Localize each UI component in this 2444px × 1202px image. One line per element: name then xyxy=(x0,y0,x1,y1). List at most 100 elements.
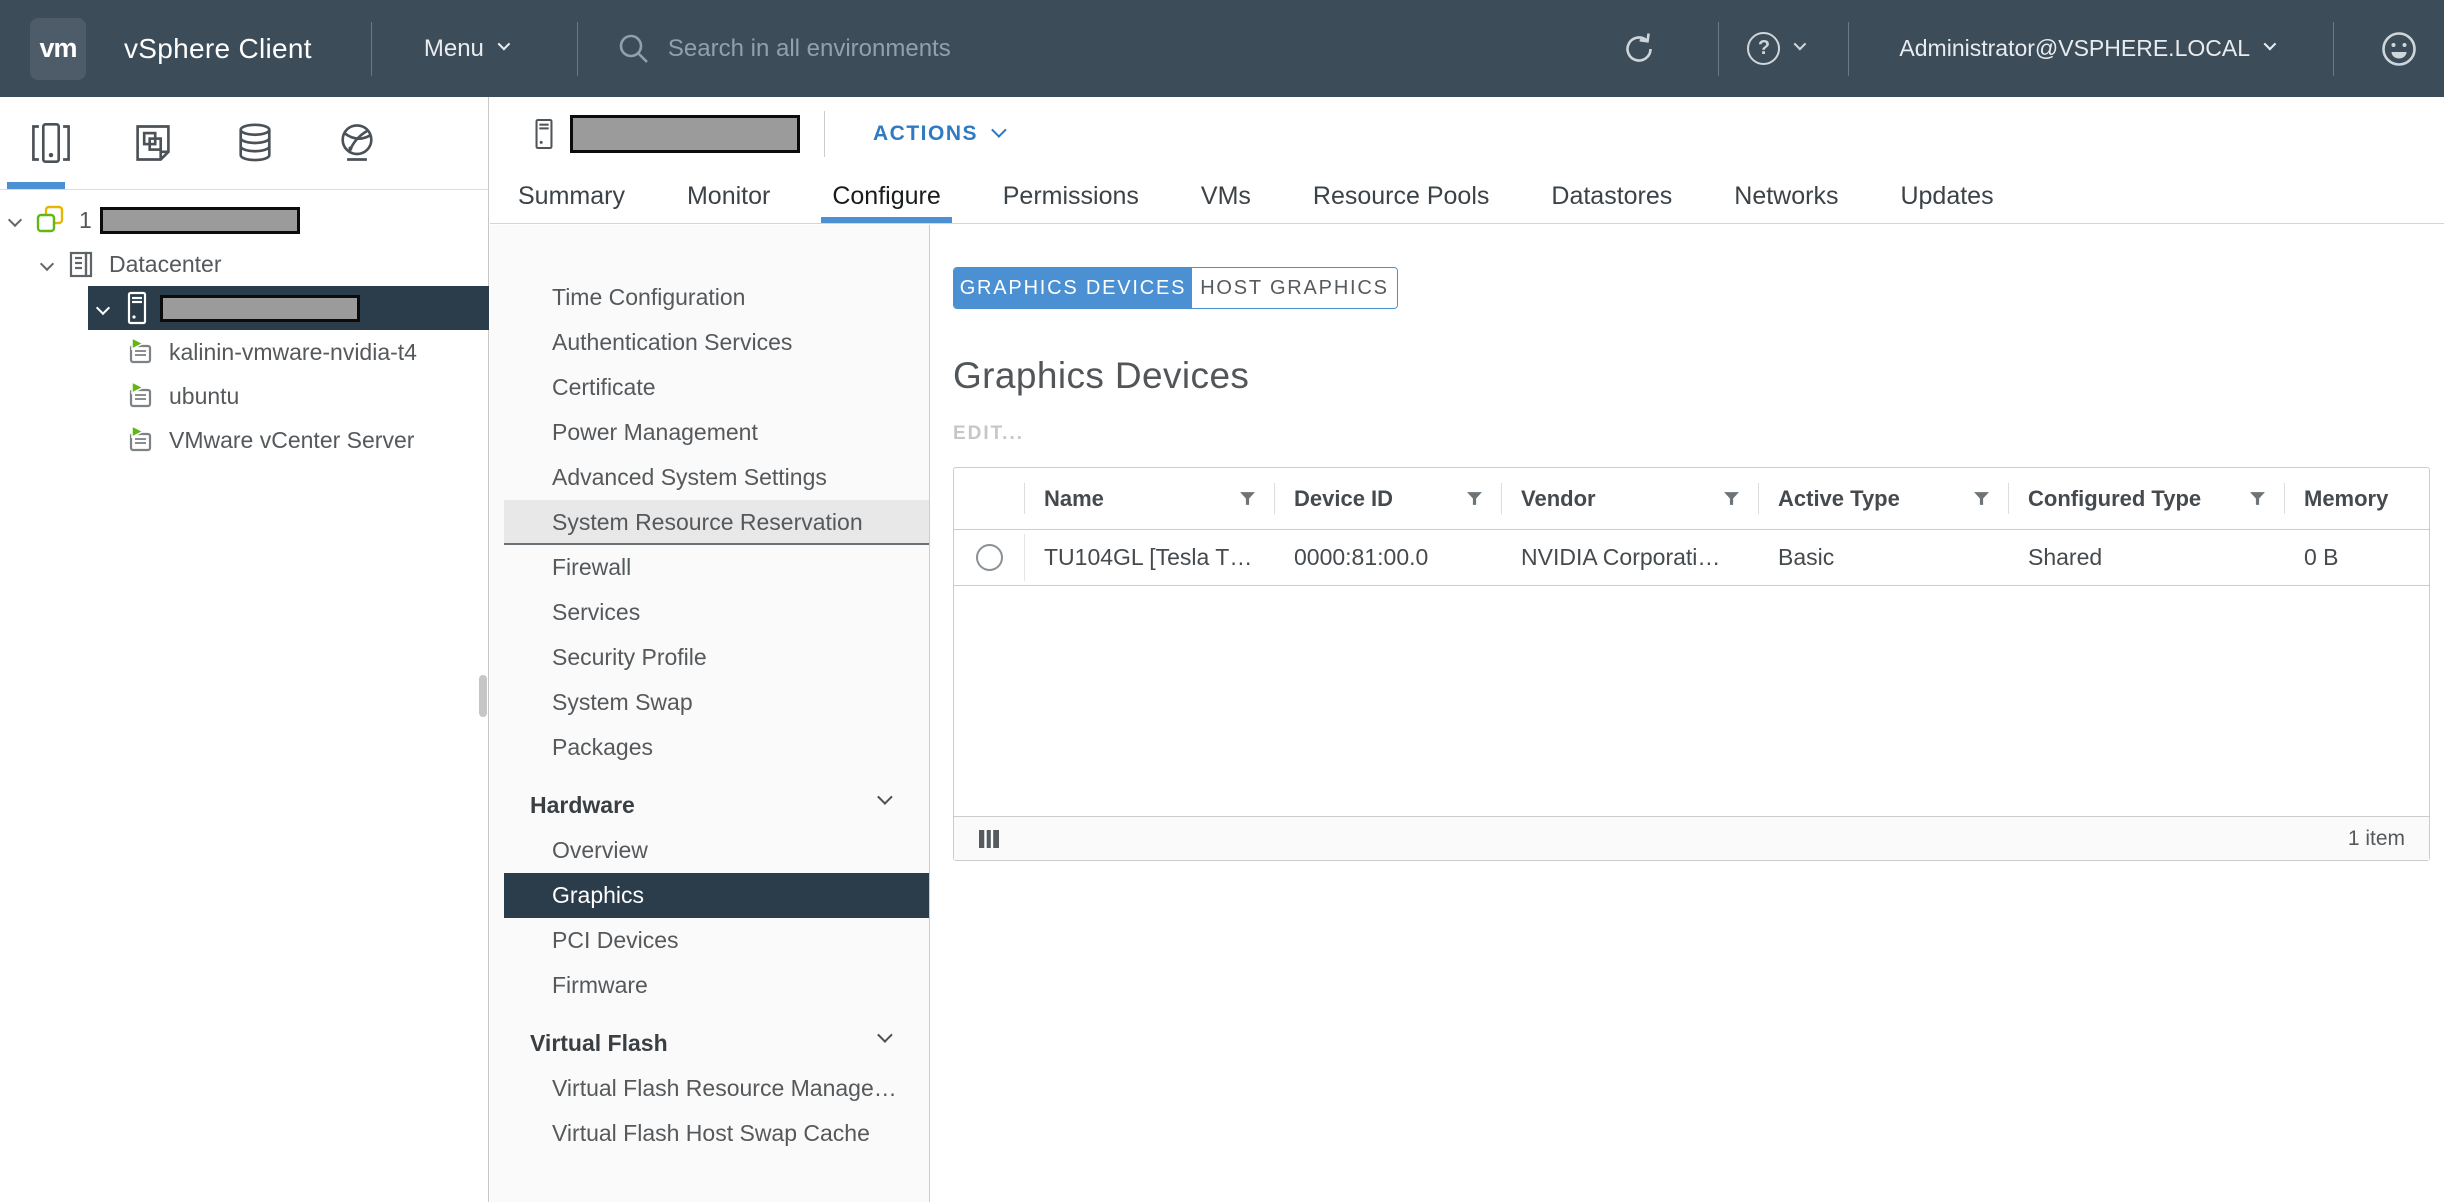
tree-item-vm[interactable]: ubuntu xyxy=(0,374,488,418)
filter-icon[interactable] xyxy=(1723,490,1740,507)
tab-monitor[interactable]: Monitor xyxy=(684,170,773,223)
networking-icon xyxy=(335,121,379,165)
nav-item-virtual-flash-host-swap-cache[interactable]: Virtual Flash Host Swap Cache xyxy=(504,1111,929,1156)
nav-group-hardware[interactable]: Hardware xyxy=(504,783,929,828)
tree-item-host-selected[interactable] xyxy=(88,286,489,330)
nav-item-firmware[interactable]: Firmware xyxy=(504,963,929,1008)
nav-item-power-management[interactable]: Power Management xyxy=(504,410,929,455)
tab-permissions[interactable]: Permissions xyxy=(1000,170,1142,223)
header-cell-active-type[interactable]: Active Type xyxy=(1758,468,2008,529)
filter-icon[interactable] xyxy=(1973,490,1990,507)
menu-button[interactable]: Menu xyxy=(424,35,507,63)
nav-item-services[interactable]: Services xyxy=(504,590,929,635)
nav-item-virtual-flash-resource-management[interactable]: Virtual Flash Resource Manage… xyxy=(504,1066,929,1111)
filter-icon[interactable] xyxy=(2249,490,2266,507)
nav-item-overview[interactable]: Overview xyxy=(504,828,929,873)
tab-storage[interactable] xyxy=(204,97,306,189)
tab-networking[interactable] xyxy=(306,97,408,189)
redacted-text xyxy=(160,295,360,322)
refresh-icon xyxy=(1620,30,1658,68)
chevron-down-icon xyxy=(877,1027,893,1043)
table-footer: 1 item xyxy=(954,816,2429,860)
tree-item-vm[interactable]: kalinin-vmware-nvidia-t4 xyxy=(0,330,488,374)
chevron-down-icon xyxy=(1794,38,1807,51)
help-icon: ? xyxy=(1747,32,1780,65)
actions-button[interactable]: ACTIONS xyxy=(873,122,1003,146)
header-cell-device-id[interactable]: Device ID xyxy=(1274,468,1501,529)
tab-resource-pools[interactable]: Resource Pools xyxy=(1310,170,1492,223)
tree-item-label: kalinin-vmware-nvidia-t4 xyxy=(169,339,417,366)
nav-item-pci-devices[interactable]: PCI Devices xyxy=(504,918,929,963)
chevron-expanded-icon xyxy=(8,213,22,227)
inventory-tree: 1 Datacenter xyxy=(0,190,488,462)
header-cell-configured-type[interactable]: Configured Type xyxy=(2008,468,2284,529)
host-icon xyxy=(530,116,558,152)
nav-item-system-swap[interactable]: System Swap xyxy=(504,680,929,725)
actions-label: ACTIONS xyxy=(873,122,978,146)
user-button[interactable] xyxy=(2379,29,2419,69)
nav-item-security-profile[interactable]: Security Profile xyxy=(504,635,929,680)
nav-item-packages[interactable]: Packages xyxy=(504,725,929,770)
tree-item-label: VMware vCenter Server xyxy=(169,427,414,454)
vm-powered-on-icon xyxy=(126,425,156,455)
vms-and-templates-icon xyxy=(131,121,175,165)
top-bar-divider xyxy=(1848,22,1849,76)
table-empty-area xyxy=(954,586,2429,816)
app-title: vSphere Client xyxy=(124,33,312,65)
row-radio-button[interactable] xyxy=(976,544,1003,571)
account-menu[interactable]: Administrator@VSPHERE.LOCAL xyxy=(1899,35,2273,62)
header-cell-memory[interactable]: Memory xyxy=(2284,468,2429,529)
tab-vms-and-templates[interactable] xyxy=(102,97,204,189)
tree-scrollbar-thumb[interactable] xyxy=(479,675,487,717)
nav-item-graphics[interactable]: Graphics xyxy=(504,873,929,918)
row-active-type-cell: Basic xyxy=(1758,530,2008,585)
tree-item-vm[interactable]: VMware vCenter Server xyxy=(0,418,488,462)
host-graphics-toggle[interactable]: HOST GRAPHICS xyxy=(1192,268,1397,308)
vm-powered-on-icon xyxy=(126,381,156,411)
menu-label: Menu xyxy=(424,35,484,63)
header-cell-vendor[interactable]: Vendor xyxy=(1501,468,1758,529)
search-input[interactable] xyxy=(668,35,1088,63)
tab-datastores[interactable]: Datastores xyxy=(1548,170,1675,223)
graphics-devices-toggle[interactable]: GRAPHICS DEVICES xyxy=(954,268,1192,308)
row-memory-cell: 0 B xyxy=(2284,530,2429,585)
column-selector-icon[interactable] xyxy=(974,824,1004,854)
chevron-down-icon xyxy=(2264,38,2277,51)
inventory-tab-bar xyxy=(0,97,488,190)
hosts-and-clusters-icon xyxy=(29,121,73,165)
top-bar-divider xyxy=(2333,22,2334,76)
filter-icon[interactable] xyxy=(1239,490,1256,507)
tab-vms[interactable]: VMs xyxy=(1198,170,1254,223)
tree-item-datacenter[interactable]: Datacenter xyxy=(0,242,488,286)
chevron-down-icon xyxy=(877,789,893,805)
help-menu[interactable]: ? xyxy=(1747,32,1803,65)
account-name: Administrator@VSPHERE.LOCAL xyxy=(1899,35,2250,62)
edit-button[interactable]: EDIT... xyxy=(953,423,1024,445)
tree-item-vcenter[interactable]: 1 xyxy=(0,198,488,242)
top-bar: vm vSphere Client Menu xyxy=(0,0,2444,97)
nav-group-virtual-flash[interactable]: Virtual Flash xyxy=(504,1021,929,1066)
table-row[interactable]: TU104GL [Tesla T… 0000:81:00.0 NVIDIA Co… xyxy=(954,530,2429,586)
nav-item-time-configuration[interactable]: Time Configuration xyxy=(504,275,929,320)
tab-summary[interactable]: Summary xyxy=(515,170,628,223)
graphics-devices-table: Name Device ID Vendor Active Type xyxy=(953,467,2430,861)
main-panel: ACTIONS Summary Monitor Configure Permis… xyxy=(490,97,2444,1202)
header-cell-select xyxy=(954,468,1024,529)
chevron-expanded-icon xyxy=(96,301,110,315)
nav-item-system-resource-reservation[interactable]: System Resource Reservation xyxy=(504,500,929,545)
vmware-logo[interactable]: vm xyxy=(30,18,86,80)
nav-item-certificate[interactable]: Certificate xyxy=(504,365,929,410)
tab-updates[interactable]: Updates xyxy=(1897,170,1996,223)
nav-item-firewall[interactable]: Firewall xyxy=(504,545,929,590)
nav-item-advanced-system-settings[interactable]: Advanced System Settings xyxy=(504,455,929,500)
nav-item-authentication-services[interactable]: Authentication Services xyxy=(504,320,929,365)
filter-icon[interactable] xyxy=(1466,490,1483,507)
refresh-button[interactable] xyxy=(1620,30,1658,68)
tab-hosts-and-clusters[interactable] xyxy=(0,97,102,189)
tab-networks[interactable]: Networks xyxy=(1731,170,1841,223)
configure-view: Time Configuration Authentication Servic… xyxy=(490,225,2444,1202)
object-header: ACTIONS xyxy=(490,97,2444,170)
vm-powered-on-icon xyxy=(126,337,156,367)
tab-configure[interactable]: Configure xyxy=(829,170,943,223)
header-cell-name[interactable]: Name xyxy=(1024,468,1274,529)
